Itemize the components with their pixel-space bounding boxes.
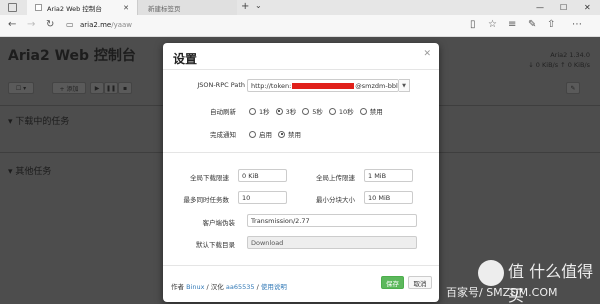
modal-close-icon[interactable]: ✕	[423, 49, 431, 59]
back-icon[interactable]: ←	[8, 19, 16, 30]
radio-dot[interactable]	[328, 107, 336, 115]
hub-icon[interactable]: ≡	[508, 19, 516, 30]
section-downloading[interactable]: ▾ 下载中的任务	[8, 114, 69, 127]
reading-view-icon[interactable]: ▯	[470, 19, 476, 30]
radio-refresh-disabled[interactable]: 禁用	[359, 106, 383, 116]
radio-notify-on[interactable]: 启用	[249, 129, 272, 139]
smzdm-logo-icon	[478, 260, 504, 286]
tab-preview-icon[interactable]	[8, 3, 17, 12]
select-all-button[interactable]: ☐ ▾	[8, 82, 34, 94]
delete-icon[interactable]: ▪	[118, 82, 132, 94]
help-link[interactable]: 使用说明	[261, 283, 287, 291]
settings-modal: 设置 ✕ JSON-RPC Path http://token: @smzdm-b…	[163, 43, 439, 302]
global-up-label: 全局上传限速	[316, 174, 355, 182]
notes-icon[interactable]: ✎	[528, 19, 536, 30]
minimize-icon[interactable]: —	[536, 0, 544, 15]
tab-aria2[interactable]: Aria2 Web 控制台 ✕	[27, 0, 137, 15]
tab-list-icon[interactable]: ⌄	[255, 1, 262, 10]
radio-dot[interactable]	[302, 107, 310, 115]
tab-title: Aria2 Web 控制台	[47, 4, 102, 13]
divider	[163, 69, 439, 70]
auto-refresh-group: 1秒 3秒 5秒 10秒 禁用	[249, 106, 389, 116]
page-title: Aria2 Web 控制台	[8, 48, 136, 64]
browser-tab-bar: Aria2 Web 控制台 ✕ 新建标签页 + ⌄ — ☐ ✕	[0, 0, 600, 15]
save-button[interactable]: 保存	[381, 276, 404, 289]
author-link[interactable]: Binux	[186, 283, 204, 291]
download-dir-label: 默认下载目录	[196, 241, 235, 249]
max-tasks-input[interactable]: 10	[238, 191, 287, 204]
notify-group: 启用 禁用	[249, 129, 307, 139]
radio-3s[interactable]: 3秒	[275, 106, 296, 116]
new-tab-icon[interactable]: +	[241, 1, 249, 12]
watermark: 值 什么值得买 百家号/ SMZDM.COM	[446, 256, 600, 304]
forward-icon[interactable]: →	[27, 19, 35, 30]
global-down-label: 全局下载限速	[190, 174, 229, 182]
max-tasks-label: 最多同时任务数	[183, 196, 230, 204]
section-other[interactable]: ▾ 其他任务	[8, 164, 51, 177]
more-icon[interactable]: ⋯	[572, 19, 582, 30]
rpc-label: JSON-RPC Path	[197, 81, 245, 89]
global-up-input[interactable]: 1 MiB	[364, 169, 413, 182]
divider	[163, 152, 439, 153]
tab-newtab[interactable]: 新建标签页	[137, 0, 237, 15]
tab-close-icon[interactable]: ✕	[123, 4, 129, 12]
url-field[interactable]: aria2.me/yaaw	[80, 21, 132, 29]
radio-5s[interactable]: 5秒	[302, 106, 323, 116]
add-task-button[interactable]: + 添加	[52, 82, 86, 94]
radio-dot[interactable]	[249, 130, 256, 138]
global-speed: ↓ 0 KiB/s ↑ 0 KiB/s	[528, 61, 590, 69]
modal-title: 设置	[173, 52, 198, 66]
user-agent-label: 客户端伪装	[202, 219, 236, 227]
settings-wrench-icon[interactable]: ✎	[566, 82, 580, 94]
min-split-input[interactable]: 10 MiB	[364, 191, 413, 204]
maximize-icon[interactable]: ☐	[560, 0, 567, 15]
share-icon[interactable]: ⇧	[547, 19, 555, 30]
rpc-path-input[interactable]: http://token:@smzdm-bbl.f3322.net:680	[247, 79, 399, 92]
lock-icon: ▭	[66, 20, 74, 29]
refresh-icon[interactable]: ↻	[46, 19, 54, 30]
global-down-input[interactable]: 0 KiB	[238, 169, 287, 182]
radio-10s[interactable]: 10秒	[328, 106, 354, 116]
radio-notify-off[interactable]: 禁用	[278, 129, 301, 139]
min-split-label: 最小分块大小	[316, 196, 355, 204]
tab-title: 新建标签页	[148, 4, 181, 13]
translator-link[interactable]: aa65535	[226, 283, 255, 291]
user-agent-input[interactable]: Transmission/2.77	[247, 214, 417, 227]
pause-icon[interactable]: ❚❚	[104, 82, 118, 94]
divider	[163, 265, 439, 266]
radio-dot[interactable]	[275, 107, 283, 115]
address-bar-row: ← → ↻ ▭ aria2.me/yaaw ▯ ☆ ≡ ✎ ⇧ ⋯	[0, 15, 600, 37]
notify-label: 完成通知	[210, 131, 236, 139]
watermark-line2: 百家号/ SMZDM.COM	[446, 286, 558, 299]
rpc-dropdown-icon[interactable]: ▼	[399, 79, 410, 92]
cancel-button[interactable]: 取消	[408, 276, 432, 289]
redaction-mark	[292, 83, 355, 89]
page-favicon-icon	[35, 4, 42, 11]
download-dir-input: Download	[247, 236, 417, 249]
play-icon[interactable]: ▶	[90, 82, 104, 94]
radio-1s[interactable]: 1秒	[249, 106, 270, 116]
footer-credits: 作者 Binux / 汉化 aa65535 / 使用说明	[171, 283, 287, 291]
favorite-star-icon[interactable]: ☆	[488, 19, 497, 30]
close-window-icon[interactable]: ✕	[584, 0, 591, 15]
auto-refresh-label: 自动刷新	[210, 108, 236, 116]
radio-dot[interactable]	[249, 107, 256, 115]
version-text: Aria2 1.34.0	[550, 51, 590, 59]
radio-dot[interactable]	[359, 107, 367, 115]
radio-dot[interactable]	[278, 130, 285, 138]
